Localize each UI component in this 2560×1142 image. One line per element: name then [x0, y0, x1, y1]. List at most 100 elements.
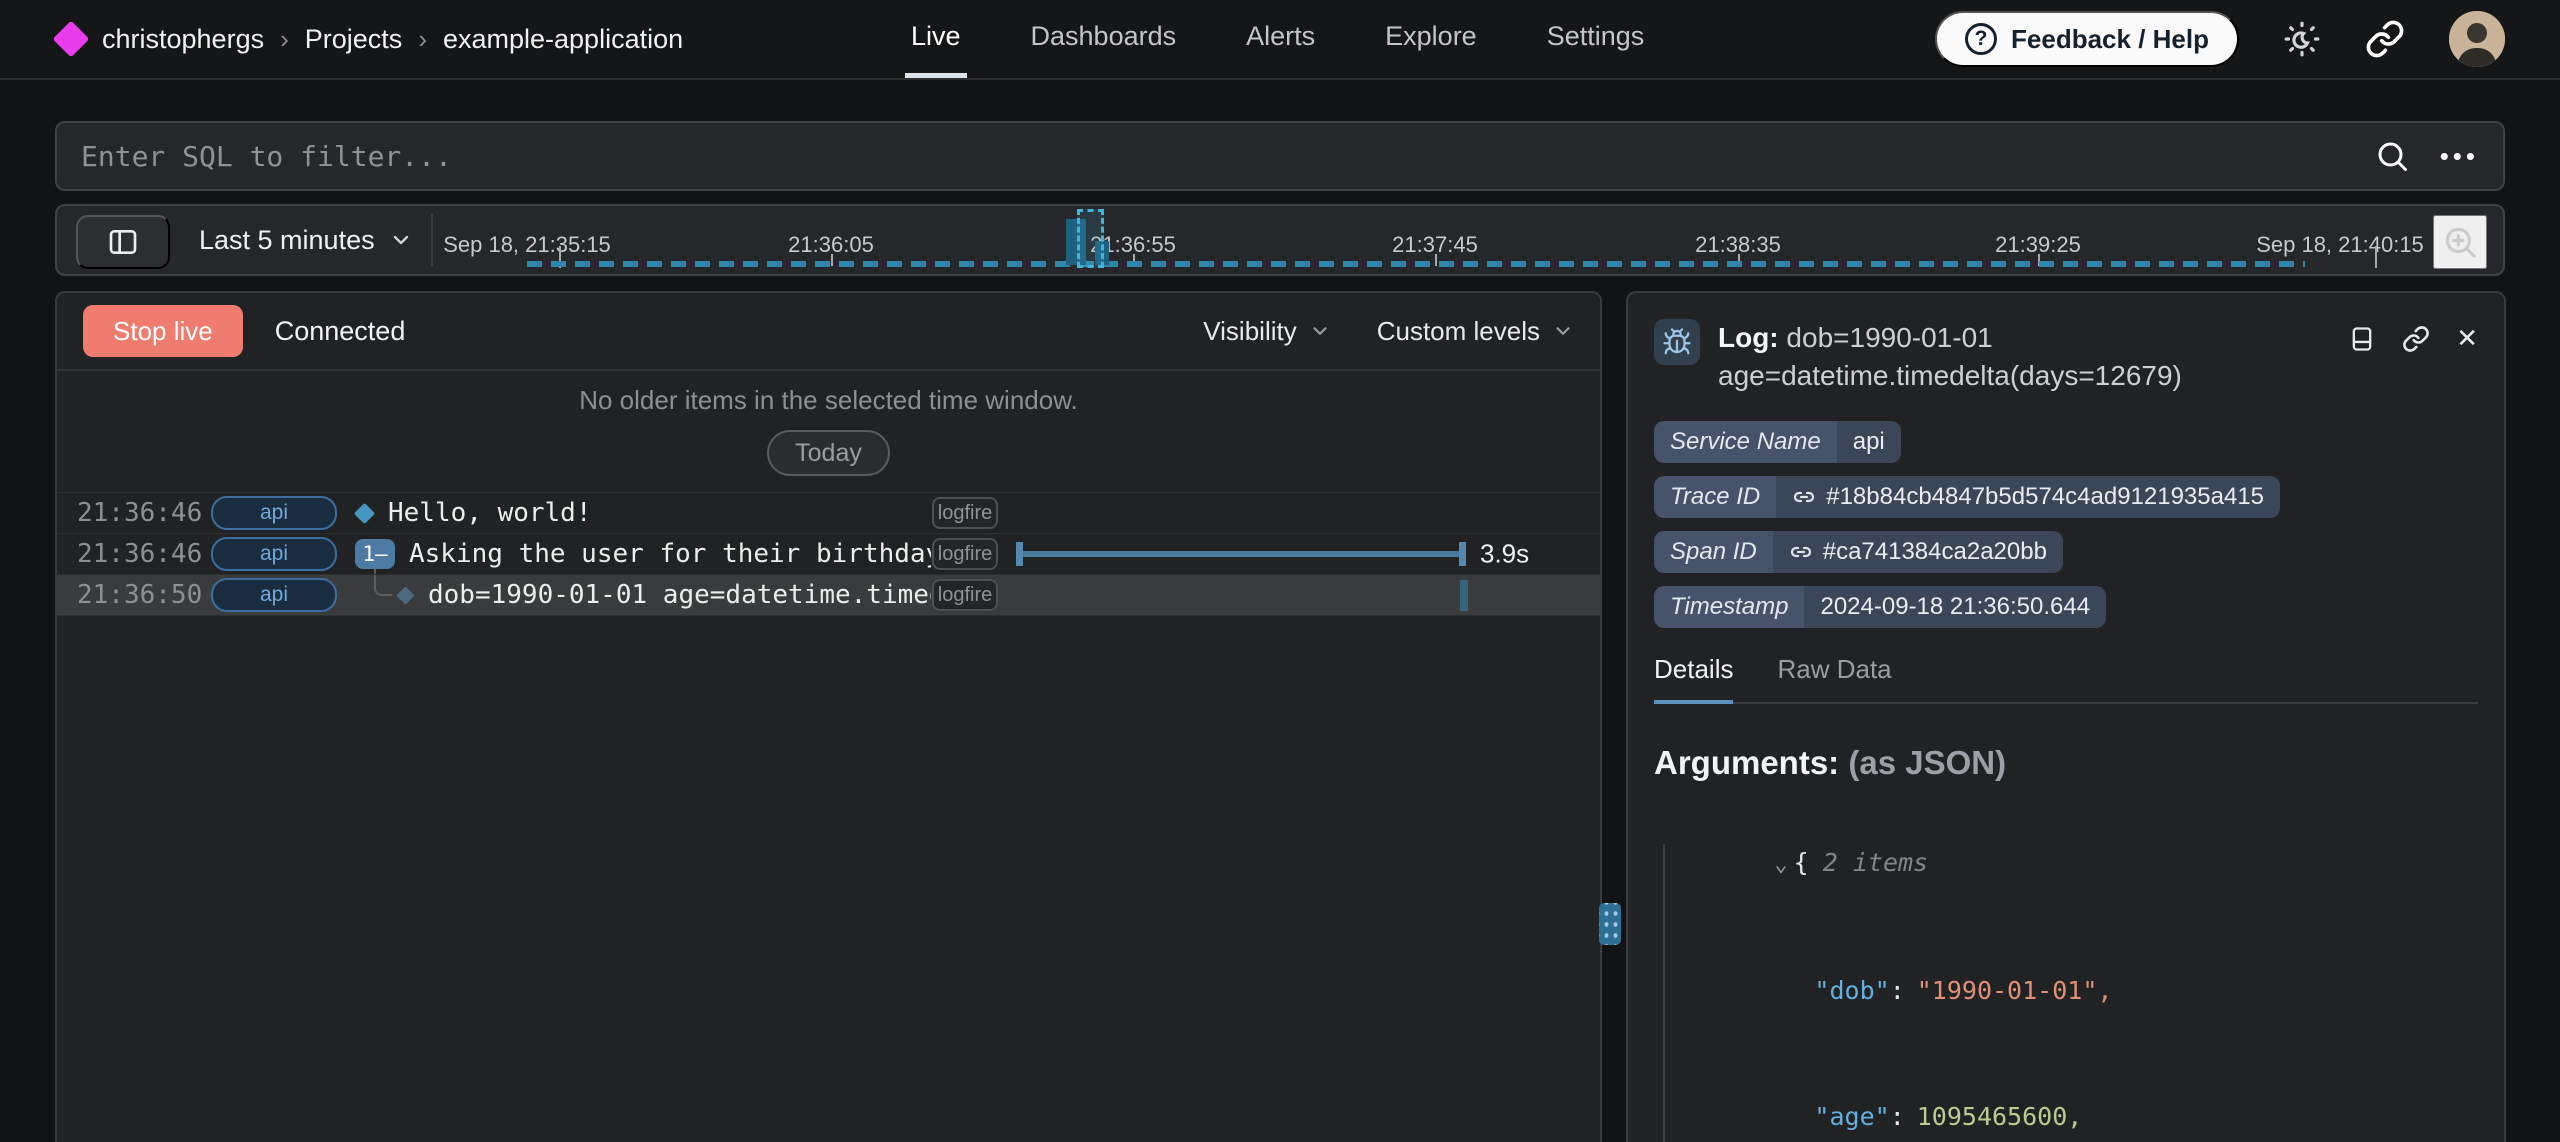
time-range-label: Last 5 minutes: [199, 225, 375, 256]
main-tabs: Live Dashboards Alerts Explore Settings: [905, 0, 1650, 78]
timeline-tick-label: Sep 18, 21:40:15: [2256, 232, 2424, 258]
today-button[interactable]: Today: [767, 430, 890, 476]
arguments-suffix: (as JSON): [1848, 744, 2006, 781]
detail-title-prefix: Log:: [1718, 322, 1779, 353]
log-row[interactable]: 21:36:46 api Hello, world! logfire: [57, 493, 1600, 534]
detail-header: Log: dob=1990-01-01 age=datetime.timedel…: [1654, 319, 2478, 395]
tab-details[interactable]: Details: [1654, 654, 1733, 704]
collapse-caret-icon[interactable]: ⌄: [1774, 852, 1787, 877]
pill-label: Trace ID: [1654, 476, 1776, 518]
close-icon[interactable]: ✕: [2456, 325, 2478, 351]
search-icon[interactable]: [2374, 138, 2410, 174]
log-timestamp: 21:36:46: [77, 498, 211, 528]
tab-raw-data[interactable]: Raw Data: [1777, 654, 1891, 704]
span-duration-bar[interactable]: [1016, 551, 1466, 557]
tab-alerts[interactable]: Alerts: [1240, 0, 1321, 78]
theme-toggle-icon[interactable]: [2283, 20, 2321, 58]
json-key: "age": [1814, 1102, 1889, 1131]
more-options-icon[interactable]: •••: [2440, 143, 2479, 169]
json-value: "1990-01-01",: [1917, 976, 2113, 1005]
trace-id-value: #18b84cb4847b5d574c4ad9121935a415: [1826, 483, 2264, 511]
sql-filter-input[interactable]: [81, 140, 2374, 173]
pill-label: Span ID: [1654, 531, 1773, 573]
detail-title: Log: dob=1990-01-01 age=datetime.timedel…: [1718, 319, 2318, 395]
log-timestamp: 21:36:46: [77, 539, 211, 569]
tab-explore[interactable]: Explore: [1379, 0, 1483, 78]
log-diamond-icon: [396, 586, 414, 604]
breadcrumb-user[interactable]: christophergs: [102, 24, 264, 55]
logfire-logo-icon[interactable]: [53, 21, 90, 58]
service-tag[interactable]: api: [211, 537, 337, 571]
breadcrumb-separator: ›: [418, 24, 427, 55]
timestamp-value: 2024-09-18 21:36:50.644: [1804, 586, 2106, 628]
json-entry: "dob":"1990-01-01",: [1654, 928, 2478, 1054]
log-detail-panel: Log: dob=1990-01-01 age=datetime.timedel…: [1626, 291, 2506, 1142]
tab-settings[interactable]: Settings: [1541, 0, 1651, 78]
sql-filter-bar: •••: [55, 121, 2505, 191]
panel-resize-handle[interactable]: [1599, 903, 1621, 945]
tab-dashboards[interactable]: Dashboards: [1025, 0, 1183, 78]
logfire-app: christophergs › Projects › example-appli…: [0, 0, 2560, 1142]
trace-id-pill[interactable]: Trace ID #18b84cb4847b5d574c4ad9121935a4…: [1654, 476, 2280, 518]
feedback-help-label: Feedback / Help: [2011, 24, 2209, 55]
chevron-down-icon: [1552, 320, 1574, 342]
log-row[interactable]: 21:36:46 api 1– Asking the user for thei…: [57, 534, 1600, 575]
share-link-icon[interactable]: [2365, 19, 2405, 59]
detail-tabs: Details Raw Data: [1654, 654, 2478, 704]
live-view-panel: Stop live Connected Visibility Custom le…: [55, 291, 1602, 1142]
logfire-badge: logfire: [932, 538, 998, 570]
breadcrumb-projects[interactable]: Projects: [305, 24, 403, 55]
link-icon: [1789, 540, 1813, 564]
feedback-help-button[interactable]: ? Feedback / Help: [1935, 11, 2239, 67]
dock-panel-icon[interactable]: [2348, 325, 2376, 353]
no-older-items-message: No older items in the selected time wind…: [57, 385, 1600, 416]
log-diamond-icon: [354, 502, 375, 523]
span-collapse-badge[interactable]: 1–: [355, 539, 395, 569]
visibility-dropdown[interactable]: Visibility: [1203, 316, 1330, 347]
json-key: "dob": [1814, 976, 1889, 1005]
duration-zone: [1002, 493, 1600, 533]
timeline-tick-label: Sep 18, 21:35:15: [443, 232, 611, 258]
logfire-badge: logfire: [932, 579, 998, 611]
service-name-pill: Service Name api: [1654, 421, 1901, 463]
log-row-selected[interactable]: 21:36:50 api dob=1990-01-01 age=datetime…: [57, 575, 1600, 616]
breadcrumb: christophergs › Projects › example-appli…: [0, 0, 683, 78]
top-nav: christophergs › Projects › example-appli…: [0, 0, 2560, 80]
breadcrumb-project-name[interactable]: example-application: [443, 24, 683, 55]
json-open-brace: {: [1794, 848, 1809, 877]
timeline-selection-window[interactable]: [1077, 209, 1104, 268]
time-range-select[interactable]: Last 5 minutes: [199, 206, 413, 274]
detail-title-text: dob=1990-01-01 age=datetime.timedelta(da…: [1718, 322, 2182, 391]
timeline-bar: Last 5 minutes Sep 18, 21:35:15 21:36:05…: [55, 204, 2505, 276]
json-entry: "age":1095465600,: [1654, 1054, 2478, 1142]
custom-levels-dropdown[interactable]: Custom levels: [1377, 316, 1574, 347]
log-timestamp: 21:36:50: [77, 580, 211, 610]
toggle-sidebar-button[interactable]: [76, 215, 170, 269]
span-duration-label: 3.9s: [1480, 539, 1529, 570]
connection-status: Connected: [275, 316, 406, 347]
json-value: 1095465600,: [1917, 1102, 2083, 1131]
service-tag[interactable]: api: [211, 578, 337, 612]
duration-zone: 3.9s: [1002, 534, 1600, 574]
user-avatar[interactable]: [2449, 11, 2505, 67]
link-icon: [1792, 485, 1816, 509]
pill-label: Timestamp: [1654, 586, 1804, 628]
duration-zone: [1002, 575, 1600, 615]
arguments-json-viewer: ⌄{2 items "dob":"1990-01-01", "age":1095…: [1654, 800, 2478, 1142]
span-id-pill[interactable]: Span ID #ca741384ca2a20bb: [1654, 531, 2063, 573]
logfire-badge: logfire: [932, 497, 998, 529]
service-tag[interactable]: api: [211, 496, 337, 530]
json-indent-guide: [1663, 844, 1665, 1142]
visibility-label: Visibility: [1203, 316, 1296, 347]
copy-link-icon[interactable]: [2402, 325, 2430, 353]
zoom-in-icon[interactable]: [2433, 215, 2487, 269]
timeline-activity-line[interactable]: [527, 261, 2305, 267]
tab-live[interactable]: Live: [905, 0, 967, 78]
custom-levels-label: Custom levels: [1377, 316, 1540, 347]
timestamp-pill: Timestamp 2024-09-18 21:36:50.644: [1654, 586, 2106, 628]
nav-right: ? Feedback / Help: [1935, 0, 2505, 78]
timeline-divider: [431, 214, 433, 266]
stop-live-button[interactable]: Stop live: [83, 305, 243, 357]
timeline-tick: [2375, 246, 2377, 268]
log-instant-tick[interactable]: [1460, 580, 1468, 611]
